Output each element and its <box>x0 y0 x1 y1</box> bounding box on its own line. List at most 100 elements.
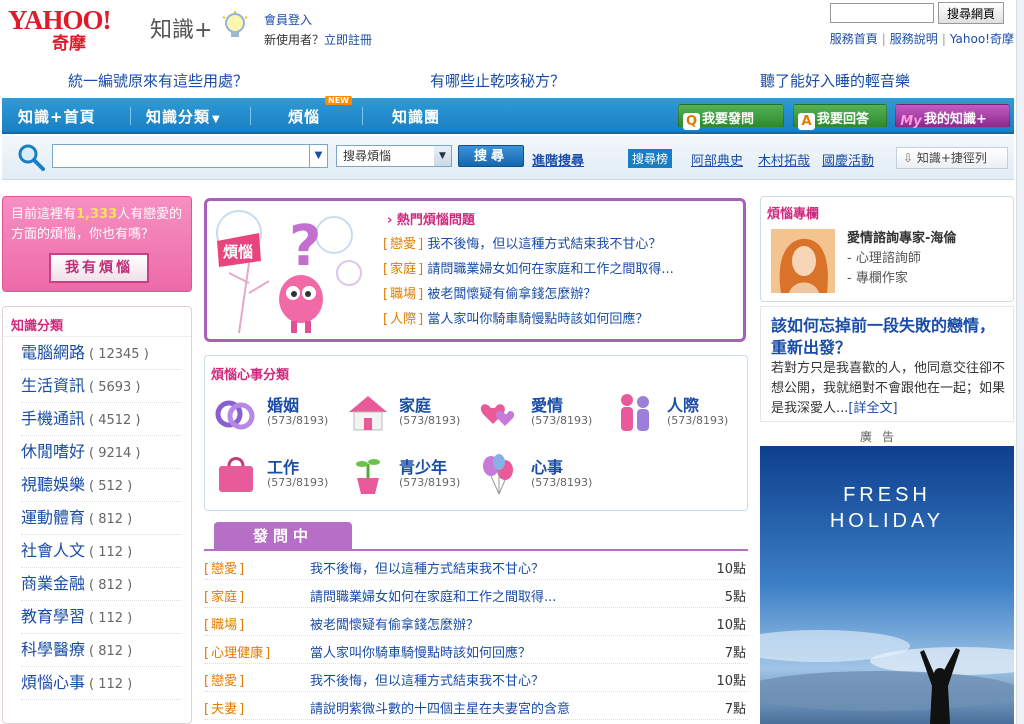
top-links: 服務首頁 | 服務說明 | Yahoo!奇摩 <box>829 32 1014 46</box>
service-home-link[interactable]: 服務首頁 <box>830 32 878 46</box>
ad-banner[interactable]: FRESH HOLIDAY <box>760 446 1014 724</box>
topic-tag[interactable]: [夫妻] <box>204 698 244 717</box>
category-item[interactable]: 運動體育( 812 ) <box>21 502 181 535</box>
question-link[interactable]: 當人家叫你騎車騎慢點時該如何回應？ <box>427 312 648 327</box>
list-item: [戀愛] 我不後悔，但以這種方式結束我不甘心？ 10點 <box>204 664 748 692</box>
advanced-search-link[interactable]: 進階搜尋 <box>532 150 584 169</box>
register-link[interactable]: 立即註冊 <box>324 33 372 47</box>
article-title[interactable]: 該如何忘掉前一段失敗的戀情，重新出發？ <box>771 315 1007 359</box>
category-name: 手機通訊 <box>21 409 86 428</box>
chevron-down-icon[interactable]: ▼ <box>309 145 327 167</box>
question-link[interactable]: 我不後悔，但以這種方式結束我不甘心？ <box>427 237 661 252</box>
promo-link[interactable]: 聽了能好入睡的輕音樂 <box>760 70 910 91</box>
ask-button[interactable]: Q 我要發問 <box>678 104 784 130</box>
login-link[interactable]: 會員登入 <box>264 13 312 27</box>
question-link[interactable]: 被老闆懷疑有偷拿錢怎麼辦？ <box>427 287 596 302</box>
topic-tag[interactable]: [心理健康] <box>204 642 270 661</box>
question-link[interactable]: 我不後悔，但以這種方式結束我不甘心？ <box>310 558 544 577</box>
category-item[interactable]: 手機通訊( 4512 ) <box>21 403 181 436</box>
category-name: 商業金融 <box>21 574 86 593</box>
promo-link[interactable]: 有哪些止乾咳秘方？ <box>430 70 565 91</box>
worry-category-name: 家庭 <box>399 396 432 415</box>
tab-asking[interactable]: 發問中 <box>214 522 352 550</box>
hot-question[interactable]: [職場] 被老闆懷疑有偷拿錢怎麼辦？ <box>383 283 596 302</box>
worry-box: 目前這裡有1,333人有戀愛的方面的煩惱，你也有嗎？ 我有煩惱 <box>2 196 192 292</box>
help-link[interactable]: 服務說明 <box>890 32 938 46</box>
topic-tag[interactable]: [家庭] <box>204 586 244 605</box>
category-item[interactable]: 電腦網路( 12345 ) <box>21 337 181 370</box>
search-button[interactable]: 搜尋 <box>458 145 524 167</box>
yahoo-logo[interactable]: YAHOO! 奇摩 <box>8 6 148 56</box>
points-value: 7點 <box>724 646 746 661</box>
worry-category[interactable]: 青少年 (573/8193) <box>345 452 475 502</box>
category-name: 社會人文 <box>21 541 86 560</box>
avatar[interactable] <box>771 229 835 293</box>
hot-question[interactable]: [家庭] 請問職業婦女如何在家庭和工作之間取得... <box>383 258 674 277</box>
worry-category-count: (573/8193) <box>667 414 729 427</box>
shortcut-button[interactable]: ⇩ 知識+捷徑列 <box>896 147 1008 169</box>
answer-button[interactable]: A 我要回答 <box>793 104 887 130</box>
worry-category[interactable]: 工作 (573/8193) <box>213 452 343 502</box>
worry-category[interactable]: 愛情 (573/8193) <box>477 390 607 440</box>
hot-question[interactable]: [戀愛] 我不後悔，但以這種方式結束我不甘心？ <box>383 233 661 252</box>
rank-link[interactable]: 木村拓哉 <box>758 150 810 169</box>
hot-title: › 熱門煩惱問題 <box>387 213 475 228</box>
yahoo-kimo-link[interactable]: Yahoo!奇摩 <box>950 32 1014 46</box>
topic-tag[interactable]: [職場] <box>383 287 423 302</box>
category-name: 煩惱心事 <box>21 673 86 692</box>
question-link[interactable]: 請問職業婦女如何在家庭和工作之間取得... <box>427 262 673 277</box>
scrollbar[interactable] <box>1016 0 1024 724</box>
promo-link[interactable]: 統一編號原來有這些用處？ <box>68 70 248 91</box>
read-more-link[interactable]: [詳全文] <box>848 401 897 416</box>
category-item[interactable]: 煩惱心事( 112 ) <box>21 667 181 700</box>
member-area: 會員登入 新使用者？立即註冊 <box>264 10 372 50</box>
top-search-input[interactable] <box>830 3 935 23</box>
list-item: [夫妻] 請說明紫微斗數的十四個主星在夫妻宮的含意 7點 <box>204 692 748 720</box>
nav-home[interactable]: 知識+首頁 <box>18 106 96 127</box>
topic-tag[interactable]: [戀愛] <box>383 237 423 252</box>
topic-tag[interactable]: [人際] <box>383 312 423 327</box>
question-link[interactable]: 被老闆懷疑有偷拿錢怎麼辦？ <box>310 614 479 633</box>
topic-tag[interactable]: [戀愛] <box>204 558 244 577</box>
worry-category-name: 愛情 <box>531 396 564 415</box>
worry-category[interactable]: 心事 (573/8193) <box>477 452 607 502</box>
rank-link[interactable]: 國慶活動 <box>822 150 874 169</box>
hot-question[interactable]: [人際] 當人家叫你騎車騎慢點時該如何回應？ <box>383 308 648 327</box>
have-worry-button[interactable]: 我有煩惱 <box>49 253 149 283</box>
question-link[interactable]: 請問職業婦女如何在家庭和工作之間取得... <box>310 586 556 605</box>
topic-tag[interactable]: [家庭] <box>383 262 423 277</box>
nav-groups[interactable]: 知識團 <box>392 106 440 127</box>
question-link[interactable]: 我不後悔，但以這種方式結束我不甘心？ <box>310 670 544 689</box>
columnist-role: - 心理諮詢師 <box>847 251 921 266</box>
download-icon: ⇩ <box>903 151 917 165</box>
my-knowledge-button[interactable]: My 我的知識+ <box>895 104 1010 129</box>
category-item[interactable]: 社會人文( 112 ) <box>21 535 181 568</box>
worry-category[interactable]: 家庭 (573/8193) <box>345 390 475 440</box>
worry-category[interactable]: 人際 (573/8193) <box>613 390 743 440</box>
search-category-select[interactable]: 搜尋煩惱 ▼ <box>336 145 452 167</box>
logo-sub: 奇摩 <box>52 34 86 54</box>
search-web-button[interactable]: 搜尋網頁 <box>937 2 1004 24</box>
category-item[interactable]: 生活資訊( 5693 ) <box>21 370 181 403</box>
question-link[interactable]: 請說明紫微斗數的十四個主星在夫妻宮的含意 <box>310 698 570 717</box>
search-input[interactable]: ▼ <box>52 144 328 168</box>
category-count: ( 512 ) <box>89 479 133 494</box>
topic-tag[interactable]: [戀愛] <box>204 670 244 689</box>
rank-link[interactable]: 阿部典史 <box>691 150 743 169</box>
category-item[interactable]: 視聽娛樂( 512 ) <box>21 469 181 502</box>
category-item[interactable]: 教育學習( 112 ) <box>21 601 181 634</box>
nav-worries[interactable]: 煩惱 <box>288 106 320 127</box>
columnist-name[interactable]: 愛情諮詢專家-海倫 <box>847 227 956 246</box>
category-item[interactable]: 休閒嗜好( 9214 ) <box>21 436 181 469</box>
ad-label: 廣告 <box>860 430 905 444</box>
points-value: 10點 <box>716 674 746 689</box>
category-item[interactable]: 科學醫療( 812 ) <box>21 634 181 667</box>
worry-category-count: (573/8193) <box>531 414 593 427</box>
topic-tag[interactable]: [職場] <box>204 614 244 633</box>
nav-categories[interactable]: 知識分類 ▼ <box>146 106 221 127</box>
category-item[interactable]: 商業金融( 812 ) <box>21 568 181 601</box>
question-link[interactable]: 當人家叫你騎車騎慢點時該如何回應？ <box>310 642 531 661</box>
lightbulb-icon <box>222 11 248 37</box>
worry-category[interactable]: 婚姻 (573/8193) <box>213 390 343 440</box>
answer-icon: A <box>798 113 815 130</box>
